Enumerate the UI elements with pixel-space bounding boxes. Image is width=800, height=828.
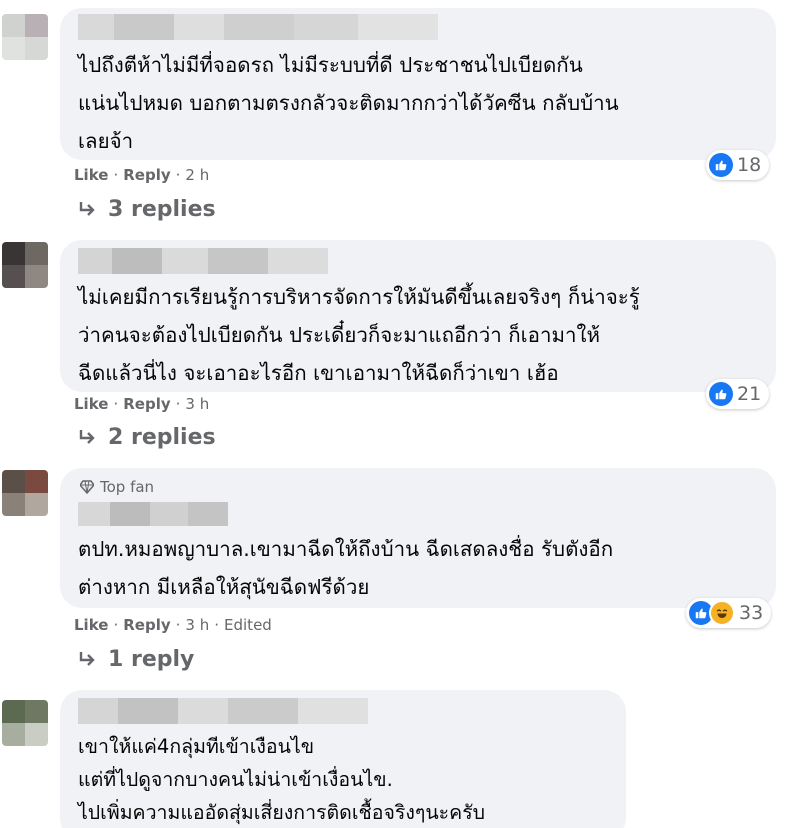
separator-dot: · (175, 616, 181, 634)
avatar[interactable] (2, 700, 48, 746)
comment-text: ไม่เคยมีการเรียนรู้การบริหารจัดการให้มัน… (78, 285, 640, 385)
comment-bubble: Top fan ตปท.หมอพญาบาล.เขามาฉีดให้ถึงบ้าน… (60, 468, 776, 608)
reaction-count: 18 (737, 154, 762, 176)
avatar[interactable] (2, 14, 48, 60)
comment-timestamp[interactable]: 3 h (185, 395, 209, 413)
comment-actions: Like · Reply · 3 h · Edited (74, 616, 272, 634)
edited-label: Edited (224, 616, 272, 634)
comment-author-name[interactable] (78, 14, 438, 40)
separator-dot: · (113, 395, 119, 413)
like-icon (709, 382, 733, 406)
separator-dot: · (175, 166, 181, 184)
like-icon (709, 153, 733, 177)
haha-icon (709, 600, 735, 626)
separator-dot: · (113, 616, 119, 634)
view-replies-link[interactable]: 2 replies (78, 425, 216, 450)
comment-actions: Like · Reply · 3 h (74, 395, 209, 413)
top-fan-label: Top fan (100, 478, 155, 496)
comment-timestamp[interactable]: 3 h (185, 616, 209, 634)
reply-arrow-icon (79, 201, 95, 216)
reaction-summary[interactable]: 21 (706, 379, 770, 409)
view-replies-link[interactable]: 3 replies (78, 197, 216, 222)
reply-arrow-icon (79, 651, 95, 666)
comment-bubble: เขาให้แค่4กลุ่มทีเข้าเงือนไข แต่ที่ไปดูจ… (60, 690, 626, 828)
avatar[interactable] (2, 242, 48, 288)
avatar[interactable] (2, 470, 48, 516)
comment-text: เขาให้แค่4กลุ่มทีเข้าเงือนไข แต่ที่ไปดูจ… (78, 735, 486, 824)
replies-label: 1 reply (108, 647, 195, 672)
reaction-summary[interactable]: 18 (706, 150, 770, 180)
reaction-count: 33 (739, 602, 764, 624)
replies-label: 3 replies (108, 197, 216, 222)
reaction-count: 21 (737, 383, 762, 405)
comment-text: ตปท.หมอพญาบาล.เขามาฉีดให้ถึงบ้าน ฉีดเสดล… (78, 537, 614, 599)
separator-dot: · (175, 395, 181, 413)
comment-bubble: ไม่เคยมีการเรียนรู้การบริหารจัดการให้มัน… (60, 240, 776, 392)
comment-actions: Like · Reply · 2 h (74, 166, 209, 184)
top-fan-badge: Top fan (80, 478, 154, 496)
view-replies-link[interactable]: 1 reply (78, 647, 194, 672)
replies-label: 2 replies (108, 425, 216, 450)
separator-dot: · (214, 616, 220, 634)
comment-bubble: ไปถึงตีห้าไม่มีที่จอดรถ ไม่มีระบบที่ดี ป… (60, 8, 776, 160)
comment-text: ไปถึงตีห้าไม่มีที่จอดรถ ไม่มีระบบที่ดี ป… (78, 53, 619, 153)
reply-button[interactable]: Reply (123, 166, 170, 184)
separator-dot: · (113, 166, 119, 184)
comment-author-name[interactable] (78, 698, 368, 724)
reply-button[interactable]: Reply (123, 395, 170, 413)
comment-author-name[interactable] (78, 248, 328, 274)
reply-arrow-icon (79, 429, 95, 444)
diamond-icon (80, 480, 94, 494)
reaction-summary[interactable]: 33 (686, 598, 772, 628)
like-button[interactable]: Like (74, 395, 108, 413)
reply-button[interactable]: Reply (123, 616, 170, 634)
like-button[interactable]: Like (74, 166, 108, 184)
comment-timestamp[interactable]: 2 h (185, 166, 209, 184)
like-button[interactable]: Like (74, 616, 108, 634)
comment-author-name[interactable] (78, 502, 228, 526)
